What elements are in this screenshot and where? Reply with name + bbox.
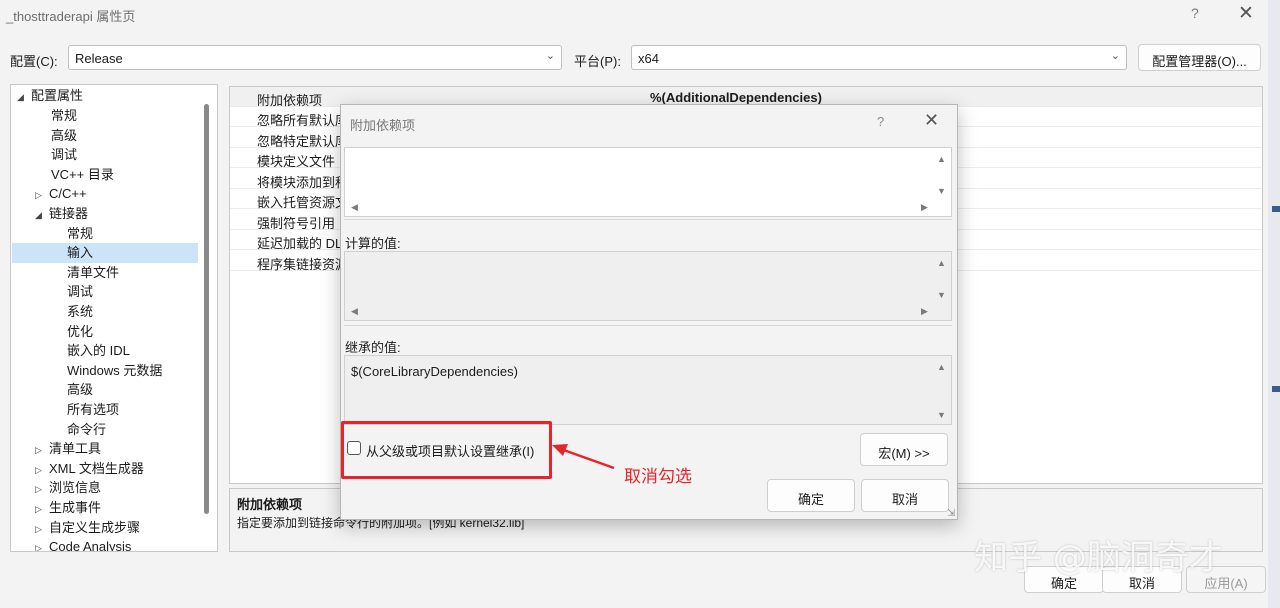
scroll-up-icon[interactable]: ▲ [937,258,946,268]
tree-item-linker-general[interactable]: 常规 [67,224,93,244]
scroll-down-icon[interactable]: ▼ [937,410,946,420]
scroll-up-icon[interactable]: ▲ [937,154,946,164]
dialog-title: 附加依赖项 [350,118,416,133]
expand-triangle-icon[interactable]: ▷ [35,440,49,460]
config-value: Release [75,51,123,66]
configuration-bar: 配置(C): Release ⌄ 平台(P): x64 ⌄ 配置管理器(O)..… [0,42,1280,74]
platform-value: x64 [638,51,659,66]
title-bar: _thosttraderapi 属性页 ? ✕ [0,0,1280,30]
scroll-left-icon[interactable]: ◀ [351,306,358,317]
tree-item-xml-doc-generator[interactable]: ▷ XML 文档生成器 [35,459,144,479]
computed-values-box: ▲ ▼ ◀ ▶ [344,251,952,321]
tree-item-command-line[interactable]: 命令行 [67,420,106,440]
annotation-arrow-icon [552,444,615,470]
tree-item-system[interactable]: 系统 [67,302,93,322]
tree-item-linker-advanced[interactable]: 高级 [67,380,93,400]
config-select[interactable]: Release ⌄ [68,45,562,70]
tree-item-browse-information[interactable]: ▷ 浏览信息 [35,478,101,498]
tree-item-linker-input[interactable]: 输入 [12,243,198,263]
tree-item-custom-build-step[interactable]: ▷ 自定义生成步骤 [35,518,140,538]
tree-item-advanced[interactable]: 高级 [51,126,77,146]
dialog-cancel-button[interactable]: 取消 [861,479,949,512]
configuration-manager-button[interactable]: 配置管理器(O)... [1138,44,1261,71]
expand-triangle-icon[interactable]: ▷ [35,519,49,539]
tree-item-general[interactable]: 常规 [51,106,77,126]
annotation-highlight-box [341,421,552,479]
tree-item-all-options[interactable]: 所有选项 [67,400,119,420]
resize-grip-icon[interactable]: ⇲ [947,508,955,519]
config-label: 配置(C): [10,54,58,69]
collapse-triangle-icon[interactable]: ◢ [17,87,31,107]
close-icon[interactable]: ✕ [924,110,939,131]
scroll-right-icon[interactable]: ▶ [921,202,928,213]
tree-item-manifest-file[interactable]: 清单文件 [67,263,119,283]
description-title: 附加依赖项 [237,497,303,512]
collapse-triangle-icon[interactable]: ◢ [35,205,49,225]
platform-label: 平台(P): [574,54,621,69]
scroll-up-icon[interactable]: ▲ [937,362,946,372]
edge-marker [1272,206,1280,212]
expand-triangle-icon[interactable]: ▷ [35,479,49,499]
window-title: _thosttraderapi 属性页 [6,9,136,24]
edge-marker [1272,386,1280,392]
scroll-right-icon[interactable]: ▶ [921,306,928,317]
property-tree[interactable]: ◢ 配置属性 常规 高级 调试 VC++ 目录 ▷ C/C++ ◢ 链接器 常规 输入… [10,84,218,552]
tree-root-config-properties[interactable]: ◢ 配置属性 [17,86,83,106]
tree-item-code-analysis[interactable]: ▷ Code Analysis [35,537,131,551]
tree-item-linker[interactable]: ◢ 链接器 [35,204,88,224]
expand-triangle-icon[interactable]: ▷ [35,538,49,551]
tree-item-manifest-tool[interactable]: ▷ 清单工具 [35,439,101,459]
tree-item-linker-debugging[interactable]: 调试 [67,282,93,302]
scroll-left-icon[interactable]: ◀ [351,202,358,213]
expand-triangle-icon[interactable]: ▷ [35,185,49,205]
tree-item-windows-metadata[interactable]: Windows 元数据 [67,361,162,381]
background-window-edge [1268,0,1280,608]
tree-item-cpp[interactable]: ▷ C/C++ [35,184,87,204]
dialog-title-bar: 附加依赖项 ? ✕ [341,105,957,137]
tree-item-build-events[interactable]: ▷ 生成事件 [35,498,101,518]
dependencies-edit-box[interactable]: ▲ ▼ ◀ ▶ [344,147,952,217]
help-icon[interactable]: ? [877,114,884,129]
chevron-down-icon: ⌄ [1110,50,1120,62]
zhihu-watermark: 知乎 @脑洞奇才 [974,538,1223,578]
scroll-down-icon[interactable]: ▼ [937,290,946,300]
dialog-ok-button[interactable]: 确定 [767,479,855,512]
divider [344,219,952,220]
platform-select[interactable]: x64 ⌄ [631,45,1127,70]
chevron-down-icon: ⌄ [545,50,555,62]
tree-scrollbar[interactable] [204,104,209,514]
expand-triangle-icon[interactable]: ▷ [35,460,49,480]
annotation-text: 取消勾选 [624,467,692,487]
tree-item-embedded-idl[interactable]: 嵌入的 IDL [67,341,130,361]
inherited-values-label: 继承的值: [345,340,401,355]
tree-item-vc-directories[interactable]: VC++ 目录 [51,165,114,185]
divider [344,325,952,326]
expand-triangle-icon[interactable]: ▷ [35,499,49,519]
tree-item-optimization[interactable]: 优化 [67,322,93,342]
help-icon[interactable]: ? [1191,5,1199,21]
computed-values-label: 计算的值: [345,236,401,251]
inherited-values-box: $(CoreLibraryDependencies) ▲ ▼ [344,355,952,425]
tree-item-debugging[interactable]: 调试 [51,145,77,165]
close-icon[interactable]: ✕ [1238,2,1254,25]
inherited-values-text: $(CoreLibraryDependencies) [351,364,518,379]
macros-button[interactable]: 宏(M) >> [860,433,948,466]
scroll-down-icon[interactable]: ▼ [937,186,946,196]
